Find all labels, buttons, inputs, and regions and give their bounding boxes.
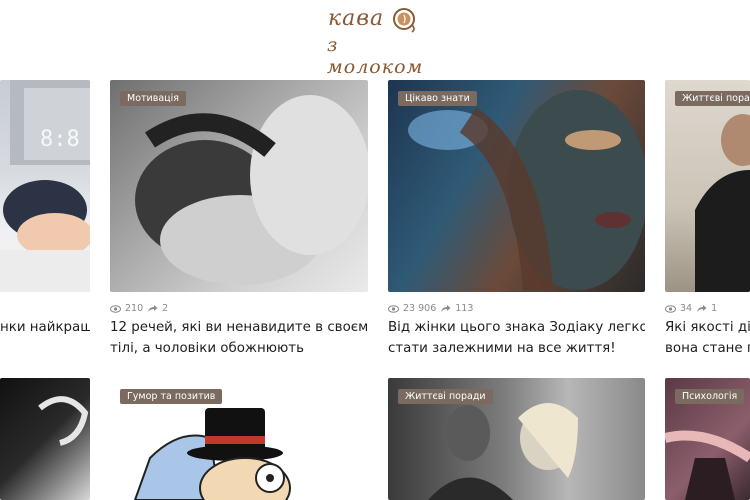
share-icon <box>148 305 158 312</box>
article-image[interactable]: Мотивація <box>110 80 368 292</box>
article-stats: 23 906 113 <box>388 303 473 314</box>
category-badge[interactable]: Життєві поради <box>398 389 493 404</box>
photo-illustration: 8:8 <box>0 80 90 292</box>
views-count: 210 <box>125 303 144 314</box>
article-title[interactable]: нки найкращі <box>0 317 90 338</box>
category-badge[interactable]: Психологія <box>675 389 745 404</box>
photo-illustration <box>695 114 750 292</box>
logo-line2: з молоком <box>327 34 424 78</box>
category-badge[interactable]: Мотивація <box>120 91 186 106</box>
article-title[interactable]: 12 речей, які ви ненавидите в своєму <box>110 317 368 338</box>
page: кава з молоком 8:8 нки найкращі Мотиваці… <box>0 0 750 500</box>
logo-line1: кава <box>328 6 385 31</box>
article-title[interactable]: стати залежними на все життя! <box>388 338 645 359</box>
article-title[interactable]: Від жінки цього знака Зодіаку легко <box>388 317 645 338</box>
site-logo[interactable]: кава з молоком <box>325 4 435 78</box>
article-image[interactable]: Життєві поради <box>388 378 645 500</box>
photo-illustration <box>38 396 89 446</box>
article-stats: 210 2 <box>110 303 168 314</box>
eye-icon <box>665 304 676 313</box>
svg-text:8:8: 8:8 <box>40 127 80 152</box>
shares-count: 1 <box>711 303 718 314</box>
views-count: 34 <box>680 303 693 314</box>
article-image[interactable]: Гумор та позитив <box>110 378 368 500</box>
article-title[interactable]: тілі, а чоловіки обожнюють <box>110 338 368 359</box>
article-image[interactable]: 8:8 <box>0 80 90 292</box>
eye-icon <box>388 304 399 313</box>
category-badge[interactable]: Гумор та позитив <box>120 389 223 404</box>
photo-illustration <box>135 95 368 285</box>
article-title[interactable]: Які якості дів <box>665 317 750 338</box>
shares-count: 2 <box>162 303 169 314</box>
share-icon <box>697 305 707 312</box>
article-stats: 34 1 <box>665 303 717 314</box>
eye-icon <box>110 304 121 313</box>
views-count: 23 906 <box>403 303 437 314</box>
category-badge[interactable]: Цікаво знати <box>398 91 477 106</box>
article-image[interactable]: Психологія <box>665 378 750 500</box>
category-badge[interactable]: Життєві поради <box>675 91 750 106</box>
share-icon <box>441 305 451 312</box>
article-image[interactable] <box>0 378 90 500</box>
article-image[interactable]: Цікаво знати <box>388 80 645 292</box>
photo-illustration <box>408 90 645 292</box>
article-title[interactable]: вона стане пр <box>665 338 750 359</box>
article-image[interactable]: Життєві поради <box>665 80 750 292</box>
shares-count: 113 <box>455 303 474 314</box>
